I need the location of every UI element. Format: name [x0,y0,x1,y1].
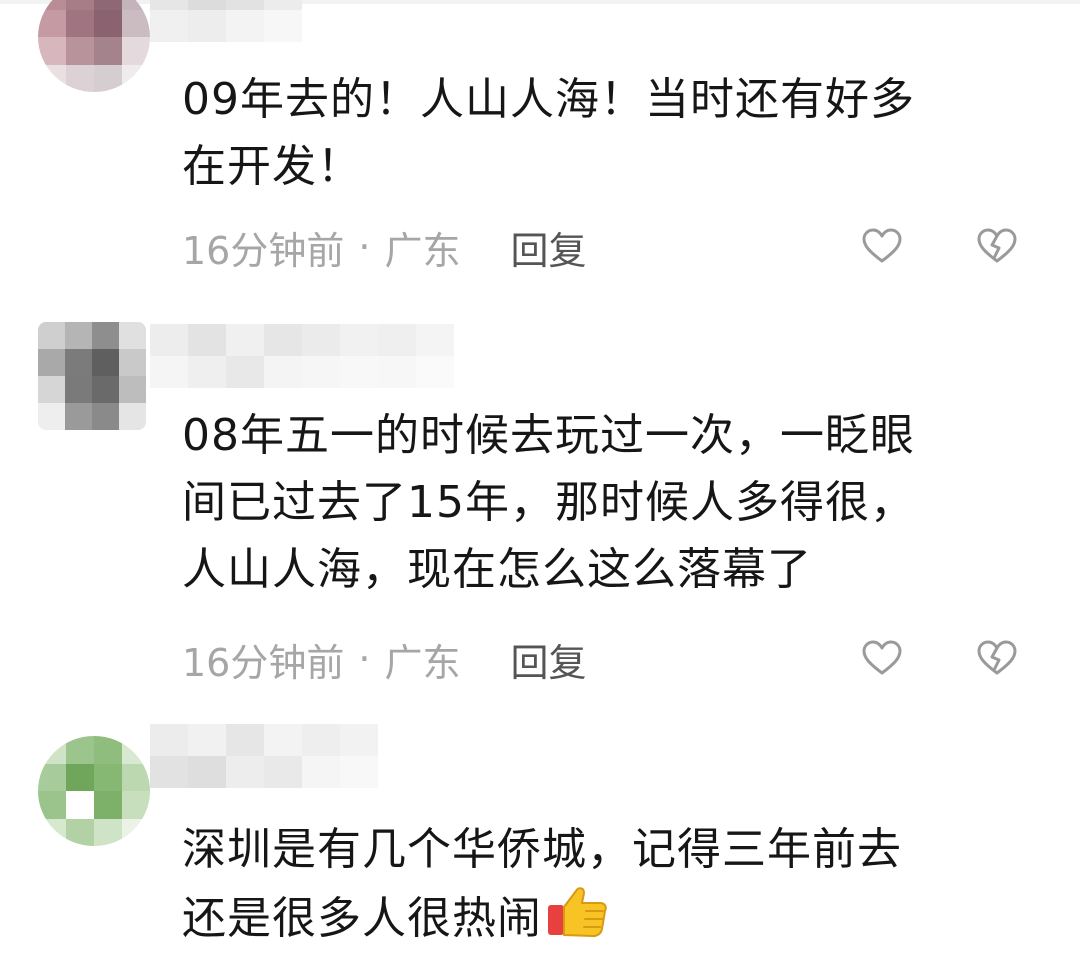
comment-text-line: 还是很多人很热闹 [182,893,542,944]
heart-outline-icon [862,228,902,263]
broken-heart-icon [977,640,1017,675]
comment-text-line: 深圳是有几个华侨城，记得三年前去 [182,824,902,875]
comment-text-line: 09年去的！人山人海！当时还有好多 [182,74,915,125]
comment-text: 深圳是有几个华侨城，记得三年前去 还是很多人很热闹 [182,816,1042,958]
meta-separator: · [358,637,371,681]
comment-location: 广东 [384,640,461,685]
comment-item: 深圳是有几个华侨城，记得三年前去 还是很多人很热闹 [0,710,1080,960]
comment-text: 08年五一的时候去玩过一次，一眨眼 间已过去了15年，那时候人多得很， 人山人海… [182,402,1042,603]
avatar[interactable] [38,736,150,846]
heart-outline-icon [862,640,902,675]
username-blurred[interactable] [150,724,378,788]
avatar[interactable] [38,0,150,92]
meta-separator: · [358,225,371,269]
comment-text-line: 在开发！ [182,141,362,192]
reply-button[interactable]: 回复 [510,220,586,275]
comment-text-line: 08年五一的时候去玩过一次，一眨眼 [182,410,915,461]
username-blurred[interactable] [150,324,454,388]
like-button[interactable] [858,634,906,682]
reply-button[interactable]: 回复 [510,632,586,687]
dislike-button[interactable] [973,634,1021,682]
comment-item: 09年去的！人山人海！当时还有好多 在开发！ 16分钟前 · 广东 回复 [0,0,1080,300]
username-blurred[interactable] [150,0,302,42]
thumbs-up-emoji [546,883,608,958]
comment-item: 08年五一的时候去玩过一次，一眨眼 间已过去了15年，那时候人多得很， 人山人海… [0,300,1080,710]
avatar[interactable] [38,322,146,430]
comment-text: 09年去的！人山人海！当时还有好多 在开发！ [182,66,1042,200]
comment-text-line-with-emoji: 还是很多人很热闹 [182,883,1042,958]
comment-time: 16分钟前 [182,640,345,685]
comment-text-line: 间已过去了15年，那时候人多得很， [182,477,915,528]
broken-heart-icon [977,228,1017,263]
comment-meta: 16分钟前 · 广东 回复 [182,632,586,687]
like-button[interactable] [858,222,906,270]
comment-text-line: 人山人海，现在怎么这么落幕了 [182,544,812,595]
comment-time: 16分钟前 [182,228,345,273]
comment-meta: 16分钟前 · 广东 回复 [182,220,586,275]
dislike-button[interactable] [973,222,1021,270]
comment-location: 广东 [384,228,461,273]
